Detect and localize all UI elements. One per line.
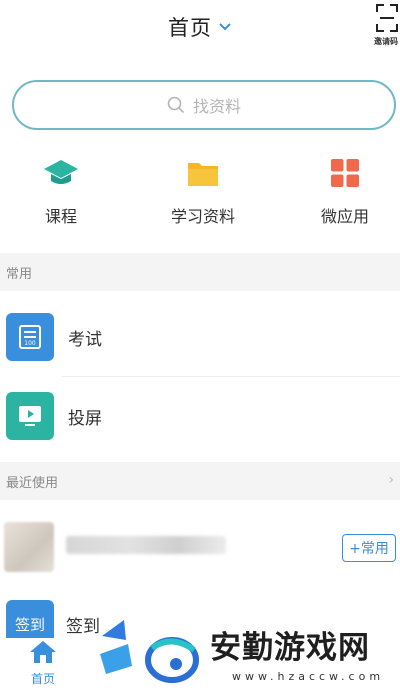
search-input[interactable]: 找资料 [12, 80, 396, 130]
watermark-logo-icon [100, 620, 199, 683]
apps-grid-icon [331, 159, 359, 187]
scan-icon [376, 4, 398, 32]
quick-course[interactable]: 课程 [6, 155, 116, 227]
invite-code-button[interactable]: 邀请码 [374, 4, 400, 46]
quick-micro-apps-label: 微应用 [320, 207, 369, 226]
recent-thumbnail [4, 522, 54, 572]
add-to-common-label: +常用 [349, 541, 389, 557]
quick-course-label: 课程 [44, 207, 77, 226]
header: 首页 邀请码 [0, 0, 400, 58]
recent-title-blurred [66, 536, 226, 554]
svg-text:100: 100 [24, 340, 36, 347]
search-placeholder: 找资料 [192, 97, 241, 116]
quick-materials-label: 学习资料 [170, 207, 235, 226]
section-common-label: 常用 [6, 266, 33, 282]
title-dropdown[interactable]: 首页 [0, 12, 400, 42]
quick-micro-apps[interactable]: 微应用 [290, 155, 400, 227]
tab-home-label: 首页 [30, 672, 55, 686]
recent-item[interactable]: +常用 [0, 510, 400, 582]
common-item-screencast[interactable]: 投屏 [0, 377, 400, 455]
common-item-exam[interactable]: 100 考试 [0, 298, 400, 376]
home-page: 首页 邀请码 找资料 课程 学习资料 微应用 常用 100 考试 投屏 最近使用… [0, 0, 400, 690]
quick-materials[interactable]: 学习资料 [148, 155, 258, 227]
chevron-right-icon[interactable]: › [388, 472, 394, 488]
quick-entries: 课程 学习资料 微应用 [0, 155, 400, 230]
add-to-common-button[interactable]: +常用 [342, 534, 396, 562]
search-icon [167, 96, 185, 114]
watermark-text: 安勤游戏网 [210, 630, 370, 666]
screen-cast-icon [6, 392, 54, 440]
page-title: 首页 [168, 16, 212, 40]
exam-icon: 100 [6, 313, 54, 361]
checkin-label: 签到 [66, 617, 100, 637]
checkin-icon-text: 签到 [14, 615, 45, 634]
home-icon [30, 641, 56, 663]
graduation-cap-icon [44, 160, 78, 184]
chevron-down-icon [219, 23, 231, 31]
section-recent-header: 最近使用 › [0, 462, 400, 500]
section-recent-label: 最近使用 [6, 475, 59, 491]
invite-label: 邀请码 [374, 37, 398, 46]
exam-label: 考试 [68, 329, 102, 350]
watermark-url: www.hzaccw.com [232, 670, 385, 683]
tab-home[interactable]: 首页 [18, 640, 68, 687]
section-common-header: 常用 [0, 253, 400, 291]
screencast-label: 投屏 [68, 408, 102, 429]
folder-icon [188, 163, 218, 186]
site-watermark: 安勤游戏网 www.hzaccw.com [98, 612, 400, 690]
